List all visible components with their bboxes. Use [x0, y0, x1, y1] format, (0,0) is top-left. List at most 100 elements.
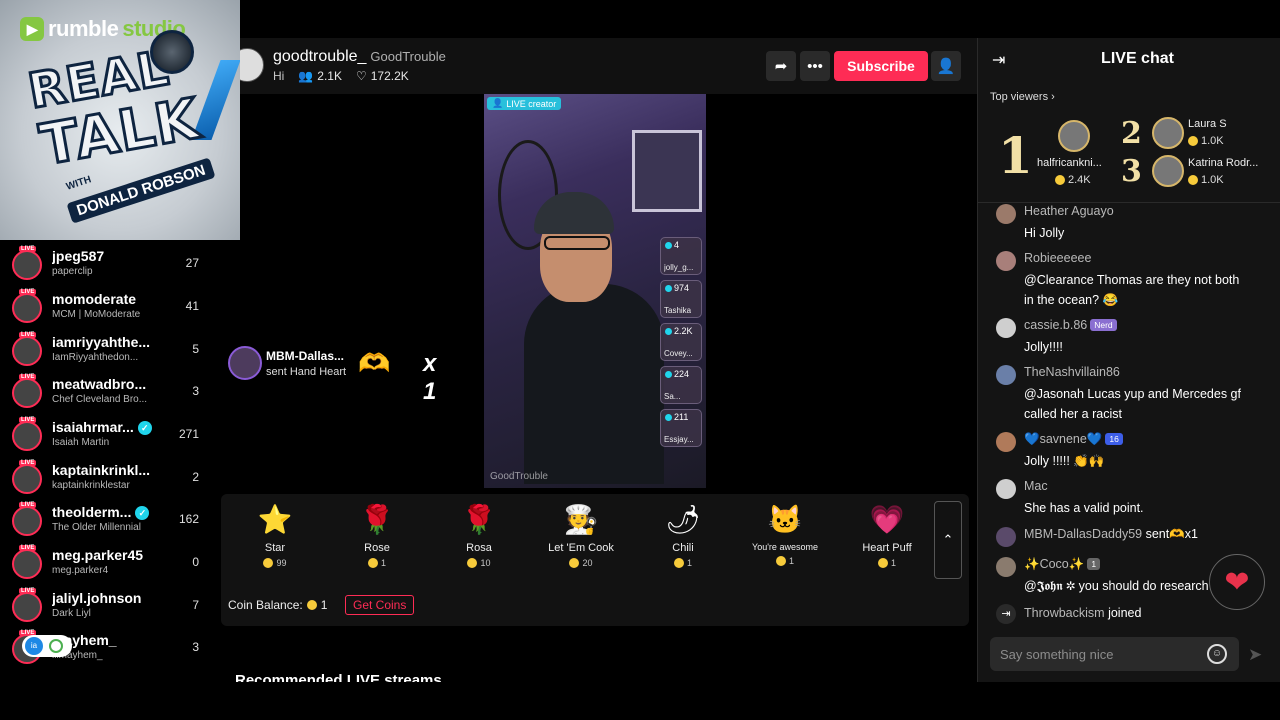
sidebar-channel[interactable]: LIVE jpeg587 paperclip 27 [0, 244, 213, 286]
host-name[interactable]: goodtrouble_ GoodTrouble [273, 48, 446, 66]
share-button[interactable]: ➦ [766, 51, 796, 81]
top-viewers-link[interactable]: Top viewers › [990, 91, 1055, 103]
channel-viewer-count: 5 [192, 342, 199, 356]
chat-username[interactable]: Robieeeeee [1024, 251, 1091, 265]
chat-avatar[interactable] [996, 527, 1016, 547]
sidebar-channel[interactable]: LIVE kaptainkrinkl... kaptainkrinklestar 2 [0, 458, 213, 500]
sidebar-channel[interactable]: LIVE jaliyl.johnson Dark Liyl 7 [0, 586, 213, 628]
chat-message-text: Jolly !!!!! 👏🙌 [1024, 454, 1105, 468]
guest-tile[interactable]: 211 Essjay... [660, 409, 702, 447]
guest-tile[interactable]: 224 Sa... [660, 366, 702, 404]
chat-username[interactable]: 💙savnene💙 16 [1024, 432, 1123, 447]
guest-tile[interactable]: 2.2K Covey... [660, 323, 702, 361]
top-viewer-name-2[interactable]: Laura S [1188, 118, 1227, 130]
top-viewer-avatar-3[interactable] [1152, 155, 1184, 187]
gift-item[interactable]: 🌶 Chili 1 [637, 502, 729, 580]
more-button[interactable]: ••• [800, 51, 830, 81]
channel-avatar [12, 336, 42, 366]
sidebar-channel[interactable]: LIVE meatwadbro... Chef Cleveland Bro... 3 [0, 372, 213, 414]
emoji-icon[interactable]: ☺ [1207, 644, 1227, 664]
guest-score: 224 [665, 369, 689, 379]
top-viewers-label: Top viewers [990, 91, 1049, 103]
join-user[interactable]: Throwbackism [1024, 606, 1105, 620]
sidebar-channel[interactable]: LIVE isaiahrmar... ✓ Isaiah Martin 271 [0, 415, 213, 457]
chat-username[interactable]: ✨Coco✨ 1 [1024, 557, 1101, 572]
chat-avatar[interactable] [996, 479, 1016, 499]
guest-tile[interactable]: 4 jolly_g... [660, 237, 702, 275]
channel-viewer-count: 7 [192, 598, 199, 612]
chat-username[interactable]: cassie.b.86 Nerd [1024, 318, 1117, 332]
show-with: WITH [64, 174, 93, 193]
chat-avatar[interactable] [996, 204, 1016, 224]
chat-avatar[interactable] [996, 318, 1016, 338]
gift-item[interactable]: 🌹 Rosa 10 [433, 502, 525, 580]
chat-username[interactable]: Mac [1024, 479, 1048, 493]
chat-avatar[interactable] [996, 557, 1016, 577]
sidebar-channel[interactable]: LIVE iamriyyahthe... IamRiyyahthedon... 5 [0, 330, 213, 372]
chat-badge: 1 [1087, 558, 1101, 570]
host-bio: Hi [273, 69, 285, 83]
live-creator-badge: 👤 LIVE creator [487, 97, 562, 110]
channel-avatar [12, 293, 42, 323]
channel-viewer-count: 2 [192, 470, 199, 484]
gift-item[interactable]: 🧑‍🍳 Let 'Em Cook 20 [535, 502, 627, 580]
coin-icon [775, 556, 786, 566]
channel-avatar [12, 378, 42, 408]
cook-icon: 🧑‍🍳 [563, 504, 599, 535]
viewer-count: 👥 2.1K [298, 69, 342, 83]
coin-icon [1188, 136, 1198, 146]
like-count: ♡ 172.2K [356, 69, 409, 83]
top-viewer-coins-3: 1.0K [1188, 174, 1224, 186]
sidebar-channel[interactable]: LIVE momoderate MCM | MoModerate 41 [0, 287, 213, 329]
chat-badge: Nerd [1090, 319, 1117, 331]
chat-username[interactable]: MBM-DallasDaddy59 sent🫶x1 [1024, 527, 1198, 542]
gift-price: 1 [331, 558, 423, 568]
chat-avatar[interactable] [996, 365, 1016, 385]
top-viewer-avatar-1[interactable] [1058, 120, 1090, 152]
bottom-bar [0, 682, 1280, 720]
get-coins-button[interactable]: Get Coins [345, 595, 415, 615]
chevron-right-icon: › [1051, 91, 1055, 103]
gift-item[interactable]: 💗 Heart Puff 1 [841, 502, 933, 580]
gift-item[interactable]: 🌹 Rose 1 [331, 502, 423, 580]
chat-header: ⇥ LIVE chat [978, 38, 1280, 80]
live-badge: LIVE [19, 545, 37, 551]
profile-settings-button[interactable]: 👤 [931, 51, 961, 81]
chat-message-text: @Jasonah Lucas yup and Mercedes gf calle… [1024, 387, 1241, 421]
coin-icon [569, 558, 580, 568]
extension-toggle[interactable]: ia [22, 635, 72, 657]
chat-input[interactable] [990, 637, 1200, 671]
expand-gifts-button[interactable]: ⌃ [934, 501, 962, 579]
chat-avatar[interactable] [996, 251, 1016, 271]
gift-item[interactable]: ⭐ Star 99 [229, 502, 321, 580]
live-badge: LIVE [19, 460, 37, 466]
top-viewer-name-1[interactable]: halfricankni... [1037, 157, 1102, 169]
chat-message-text: Jolly!!!! [1024, 340, 1063, 354]
channel-nickname: paperclip [52, 266, 93, 277]
guest-tile[interactable]: 974 Tashika [660, 280, 702, 318]
chat-username[interactable]: Heather Aguayo [1024, 204, 1114, 218]
gift-price: 1 [841, 558, 933, 568]
host-username[interactable]: goodtrouble_ [273, 48, 366, 65]
sidebar-channel[interactable]: LIVE theolderm... ✓ The Older Millennial 162 [0, 500, 213, 542]
channel-nickname: Isaiah Martin [52, 437, 110, 448]
video-watermark: GoodTrouble [490, 471, 548, 482]
like-heart-button[interactable]: ❤ [1209, 554, 1265, 610]
chat-avatar[interactable] [996, 432, 1016, 452]
channel-avatar [12, 506, 42, 536]
top-viewer-avatar-2[interactable] [1152, 117, 1184, 149]
live-video[interactable]: 👤 LIVE creator GoodTrouble 4 jolly_g... 974… [484, 94, 706, 488]
coin-balance: Coin Balance: 1 [228, 598, 327, 612]
chat-message-text: sent🫶x1 [1145, 527, 1198, 541]
top-viewer-name-3[interactable]: Katrina Rodr... [1188, 157, 1258, 169]
top-viewer-coins-1: 2.4K [1055, 174, 1091, 186]
streamer-glasses [544, 236, 610, 250]
subscribe-button[interactable]: Subscribe [834, 51, 928, 81]
guest-name: Tashika [664, 306, 692, 315]
send-icon[interactable]: ➤ [1248, 645, 1262, 665]
channel-name: isaiahrmar... ✓ [52, 419, 152, 435]
gift-item[interactable]: 🐱 You're awesome 1 [739, 502, 831, 580]
channel-name: iamriyyahthe... [52, 334, 151, 350]
sidebar-channel[interactable]: LIVE meg.parker45 meg.parker4 0 [0, 543, 213, 585]
chat-username[interactable]: TheNashvillain86 [1024, 365, 1120, 379]
